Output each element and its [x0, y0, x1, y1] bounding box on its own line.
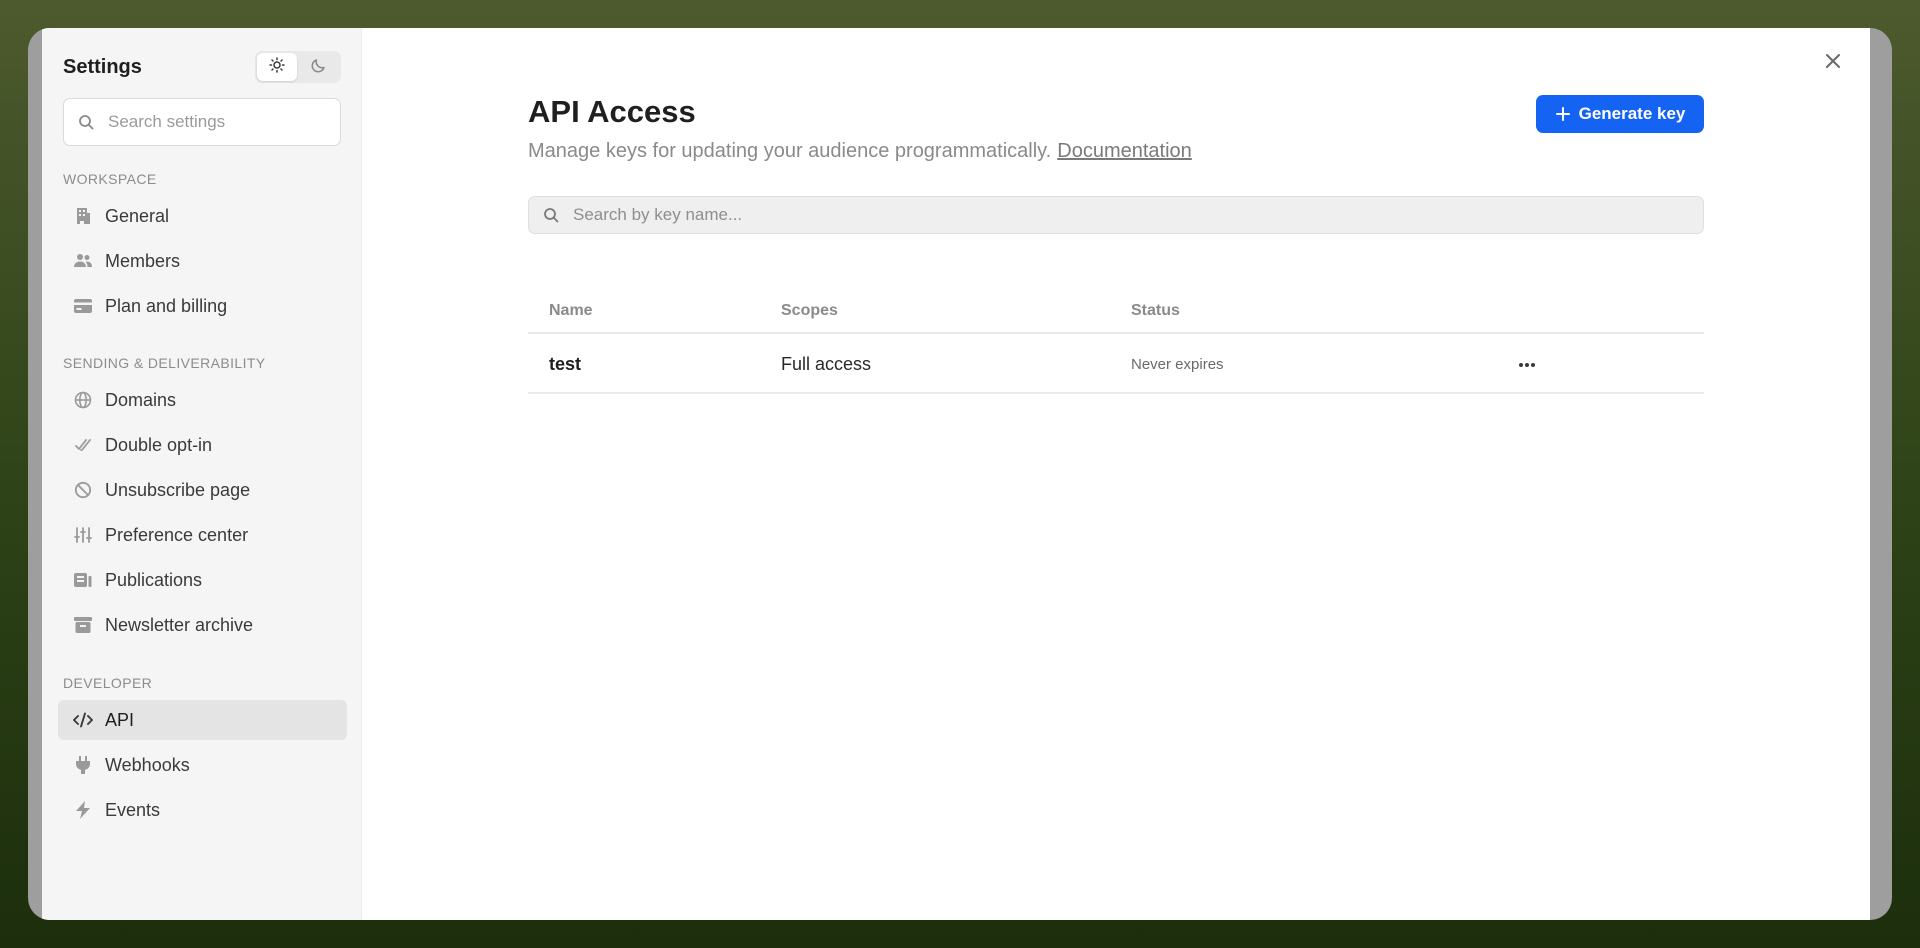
- column-header-status: Status: [1131, 302, 1180, 319]
- row-actions-button[interactable]: [1509, 352, 1545, 378]
- moon-icon: [311, 57, 327, 78]
- sidebar-item-domains[interactable]: Domains: [58, 380, 347, 420]
- dark-mode-button[interactable]: [299, 53, 339, 81]
- sidebar-item-double-opt-in[interactable]: Double opt-in: [58, 425, 347, 465]
- subtitle-text: Manage keys for updating your audience p…: [528, 140, 1052, 162]
- column-header-name: Name: [549, 302, 593, 319]
- sidebar-item-plan-and-billing[interactable]: Plan and billing: [58, 286, 347, 326]
- sidebar-item-label: General: [105, 205, 170, 226]
- sidebar-item-events[interactable]: Events: [58, 790, 347, 830]
- page-subtitle: Manage keys for updating your audience p…: [528, 140, 1192, 163]
- section-label-workspace: WORKSPACE: [63, 171, 157, 187]
- settings-search[interactable]: [63, 98, 341, 146]
- generate-key-label: Generate key: [1578, 104, 1686, 123]
- sidebar-item-unsubscribe-page[interactable]: Unsubscribe page: [58, 470, 347, 510]
- credit-card-icon: [72, 295, 94, 317]
- key-status: Never expires: [1131, 356, 1224, 373]
- page-title: API Access: [528, 94, 696, 129]
- sidebar-item-label: Plan and billing: [105, 295, 228, 316]
- users-icon: [72, 250, 94, 272]
- bolt-icon: [72, 799, 94, 821]
- key-search-input[interactable]: [573, 205, 1173, 225]
- section-label-developer: DEVELOPER: [63, 675, 153, 691]
- sidebar-header: Settings: [63, 50, 341, 84]
- theme-toggle: [255, 51, 341, 83]
- sidebar-item-label: Double opt-in: [105, 434, 213, 455]
- key-scopes: Full access: [781, 354, 872, 374]
- api-keys-table: Name Scopes Status test Full access Neve…: [528, 278, 1704, 394]
- sidebar-item-label: Events: [105, 799, 161, 820]
- table-header: Name Scopes Status: [528, 278, 1704, 334]
- column-header-scopes: Scopes: [781, 302, 838, 319]
- sidebar-item-label: Newsletter archive: [105, 614, 254, 635]
- sidebar-title: Settings: [63, 55, 142, 78]
- sidebar-item-label: Webhooks: [105, 754, 190, 775]
- building-icon: [72, 205, 94, 227]
- sidebar-item-preference-center[interactable]: Preference center: [58, 515, 347, 555]
- generate-key-button[interactable]: Generate key: [1536, 95, 1704, 133]
- sidebar-item-label: Domains: [105, 389, 177, 410]
- globe-icon: [72, 389, 94, 411]
- section-label-sending: SENDING & DELIVERABILITY: [63, 355, 266, 371]
- table-row[interactable]: test Full access Never expires: [528, 334, 1704, 394]
- settings-sidebar: Settings Search settings WORKSPACE Gener…: [42, 28, 362, 920]
- sidebar-item-webhooks[interactable]: Webhooks: [58, 745, 347, 785]
- settings-search-input[interactable]: [108, 112, 308, 132]
- sliders-icon: [72, 524, 94, 546]
- key-search[interactable]: [528, 196, 1704, 234]
- sidebar-item-label: Unsubscribe page: [105, 479, 251, 500]
- sidebar-item-newsletter-archive[interactable]: Newsletter archive: [58, 605, 347, 645]
- plus-icon: [1555, 106, 1571, 122]
- api-access-panel: API Access Manage keys for updating your…: [362, 28, 1870, 920]
- sidebar-item-label: Members: [105, 250, 181, 271]
- sidebar-item-api[interactable]: API: [58, 700, 347, 740]
- key-name: test: [549, 354, 582, 374]
- code-icon: [72, 709, 94, 731]
- sidebar-item-members[interactable]: Members: [58, 241, 347, 281]
- search-icon: [543, 207, 559, 223]
- sidebar-item-label: Preference center: [105, 524, 249, 545]
- archive-icon: [72, 614, 94, 636]
- search-icon: [78, 114, 94, 130]
- documentation-link[interactable]: Documentation: [1057, 140, 1192, 162]
- close-button[interactable]: [1818, 46, 1848, 76]
- sidebar-item-label: API: [105, 709, 135, 730]
- light-mode-button[interactable]: [257, 53, 297, 81]
- close-icon: [1825, 53, 1841, 69]
- more-horizontal-icon: [1518, 362, 1536, 368]
- double-check-icon: [72, 434, 94, 456]
- sidebar-item-publications[interactable]: Publications: [58, 560, 347, 600]
- sun-icon: [269, 56, 285, 78]
- sidebar-item-general[interactable]: General: [58, 196, 347, 236]
- plug-icon: [72, 754, 94, 776]
- sidebar-item-label: Publications: [105, 569, 203, 590]
- ban-icon: [72, 479, 94, 501]
- app-frame: Settings Search settings WORKSPACE Gener…: [28, 28, 1892, 920]
- settings-modal: Settings Search settings WORKSPACE Gener…: [42, 28, 1870, 920]
- publication-icon: [72, 569, 94, 591]
